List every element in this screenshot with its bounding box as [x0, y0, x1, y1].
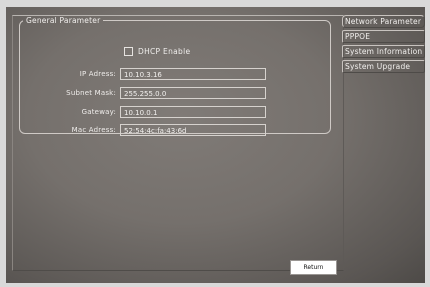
nav-item-system-upgrade[interactable]: System Upgrade: [342, 60, 425, 73]
dhcp-enable-label: DHCP Enable: [138, 47, 191, 56]
subnet-mask-input[interactable]: 255.255.0.0: [120, 87, 266, 99]
mac-address-row: Mac Adress: 52:54:4c:fa:43:6d: [20, 124, 320, 137]
gateway-label: Gateway:: [81, 108, 116, 116]
device-settings-screen: General Parameter DHCP Enable IP Adress:…: [6, 7, 425, 283]
ip-address-label: IP Adress:: [79, 70, 116, 78]
group-title: General Parameter: [26, 16, 101, 25]
gateway-input[interactable]: 10.10.0.1: [120, 106, 266, 118]
subnet-mask-row: Subnet Mask: 255.255.0.0: [20, 87, 320, 100]
nav-item-network-parameter[interactable]: Network Parameter: [342, 15, 425, 28]
mac-address-label: Mac Adress:: [71, 126, 116, 134]
gateway-row: Gateway: 10.10.0.1: [20, 106, 320, 119]
dhcp-enable-checkbox[interactable]: [124, 47, 133, 56]
subnet-mask-label: Subnet Mask:: [66, 89, 116, 97]
ip-address-row: IP Adress: 10.10.3.16: [20, 68, 320, 81]
dhcp-row: DHCP Enable: [124, 47, 190, 56]
nav-item-pppoe[interactable]: PPPOE: [342, 30, 425, 43]
ip-address-input[interactable]: 10.10.3.16: [120, 68, 266, 80]
nav-item-system-information[interactable]: System Information: [342, 45, 425, 58]
general-parameter-group: General Parameter DHCP Enable IP Adress:…: [19, 16, 331, 137]
main-panel: General Parameter DHCP Enable IP Adress:…: [12, 15, 344, 271]
mac-address-input[interactable]: 52:54:4c:fa:43:6d: [120, 124, 266, 136]
side-nav: Network Parameter PPPOE System Informati…: [342, 15, 425, 75]
return-button[interactable]: Return: [290, 260, 337, 275]
